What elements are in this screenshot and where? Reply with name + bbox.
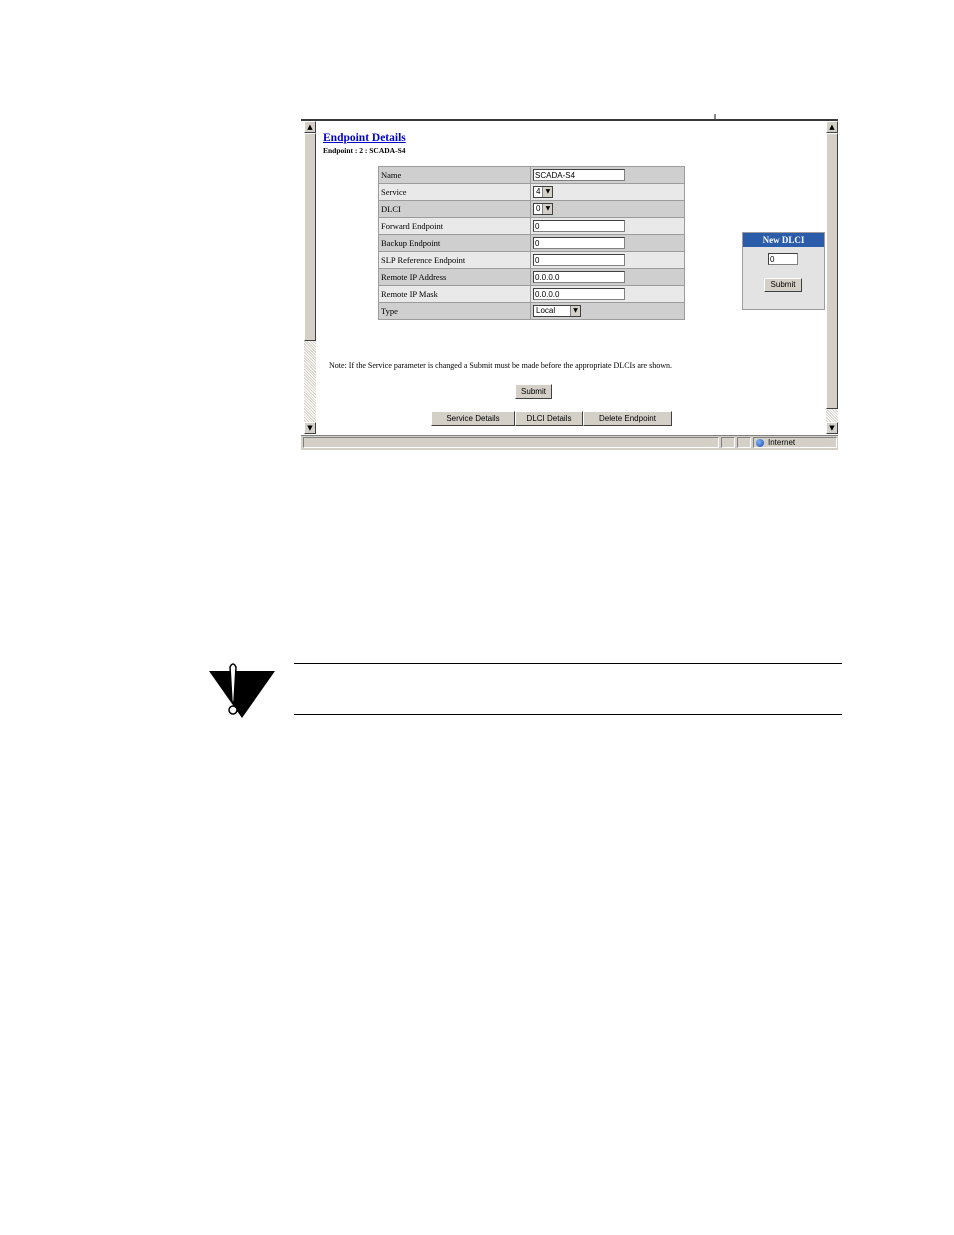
status-text-pane — [303, 437, 719, 448]
name-input[interactable]: SCADA-S4 — [533, 169, 625, 181]
scroll-down-icon[interactable]: ▼ — [304, 422, 316, 434]
dlci-select[interactable]: 0 ▼ — [533, 203, 554, 216]
scroll-up-icon[interactable]: ▲ — [304, 121, 316, 133]
delete-endpoint-button[interactable]: Delete Endpoint — [583, 411, 672, 426]
service-details-button[interactable]: Service Details — [431, 411, 515, 426]
field-label: Name — [378, 166, 531, 184]
status-pane — [737, 437, 751, 448]
new-dlci-title: New DLCI — [743, 233, 824, 247]
field-label: Remote IP Mask — [378, 285, 531, 303]
new-dlci-input[interactable]: 0 — [768, 253, 798, 265]
new-dlci-panel: New DLCI 0 Submit — [742, 232, 825, 310]
scroll-up-icon[interactable]: ▲ — [826, 121, 838, 133]
status-bar: Internet — [301, 435, 838, 450]
dlci-details-button[interactable]: DLCI Details — [515, 411, 583, 426]
slp-reference-endpoint-input[interactable]: 0 — [533, 254, 625, 266]
field-label: DLCI — [378, 200, 531, 218]
chevron-down-icon: ▼ — [542, 187, 553, 198]
security-zone: Internet — [753, 437, 837, 448]
remote-ip-address-input[interactable]: 0.0.0.0 — [533, 271, 625, 283]
zone-label: Internet — [768, 438, 796, 447]
service-note: Note: If the Service parameter is change… — [329, 361, 672, 370]
form-row-slp-reference-endpoint: SLP Reference Endpoint 0 — [378, 251, 685, 269]
scroll-down-icon[interactable]: ▼ — [826, 422, 838, 434]
field-label: Service — [378, 183, 531, 201]
right-scrollbar[interactable]: ▲ ▼ — [826, 121, 838, 434]
field-label: SLP Reference Endpoint — [378, 251, 531, 269]
forward-endpoint-input[interactable]: 0 — [533, 220, 625, 232]
caution-rule-bottom — [294, 714, 842, 715]
type-select[interactable]: Local ▼ — [533, 305, 581, 318]
status-pane — [721, 437, 735, 448]
service-select[interactable]: 4 ▼ — [533, 186, 554, 199]
left-scrollbar[interactable]: ▲ ▼ — [304, 121, 316, 434]
endpoint-form: Name SCADA-S4 Service 4 ▼ DLCI 0 ▼ Forward… — [378, 166, 685, 320]
form-row-type: Type Local ▼ — [378, 302, 685, 320]
scroll-thumb[interactable] — [826, 133, 838, 409]
remote-ip-mask-input[interactable]: 0.0.0.0 — [533, 288, 625, 300]
field-label: Type — [378, 302, 531, 320]
page-title-link[interactable]: Endpoint Details — [323, 132, 406, 144]
caution-icon — [209, 663, 275, 718]
form-row-forward-endpoint: Forward Endpoint 0 — [378, 217, 685, 235]
new-dlci-submit-button[interactable]: Submit — [764, 278, 802, 292]
form-row-name: Name SCADA-S4 — [378, 166, 685, 184]
form-row-remote-ip-address: Remote IP Address 0.0.0.0 — [378, 268, 685, 286]
scroll-thumb[interactable] — [304, 133, 316, 341]
caution-rule-top — [294, 663, 842, 664]
form-row-service: Service 4 ▼ — [378, 183, 685, 201]
field-label: Forward Endpoint — [378, 217, 531, 235]
field-label: Backup Endpoint — [378, 234, 531, 252]
page-subtitle: Endpoint : 2 : SCADA-S4 — [323, 146, 406, 155]
field-label: Remote IP Address — [378, 268, 531, 286]
form-row-dlci: DLCI 0 ▼ — [378, 200, 685, 218]
globe-icon — [756, 439, 764, 447]
form-row-backup-endpoint: Backup Endpoint 0 — [378, 234, 685, 252]
chevron-down-icon: ▼ — [542, 204, 553, 215]
form-row-remote-ip-mask: Remote IP Mask 0.0.0.0 — [378, 285, 685, 303]
submit-button[interactable]: Submit — [515, 384, 552, 399]
backup-endpoint-input[interactable]: 0 — [533, 237, 625, 249]
browser-window: ▲ ▼ ▲ ▼ Endpoint Details Endpoint : 2 : … — [301, 119, 838, 451]
chevron-down-icon: ▼ — [570, 306, 580, 317]
